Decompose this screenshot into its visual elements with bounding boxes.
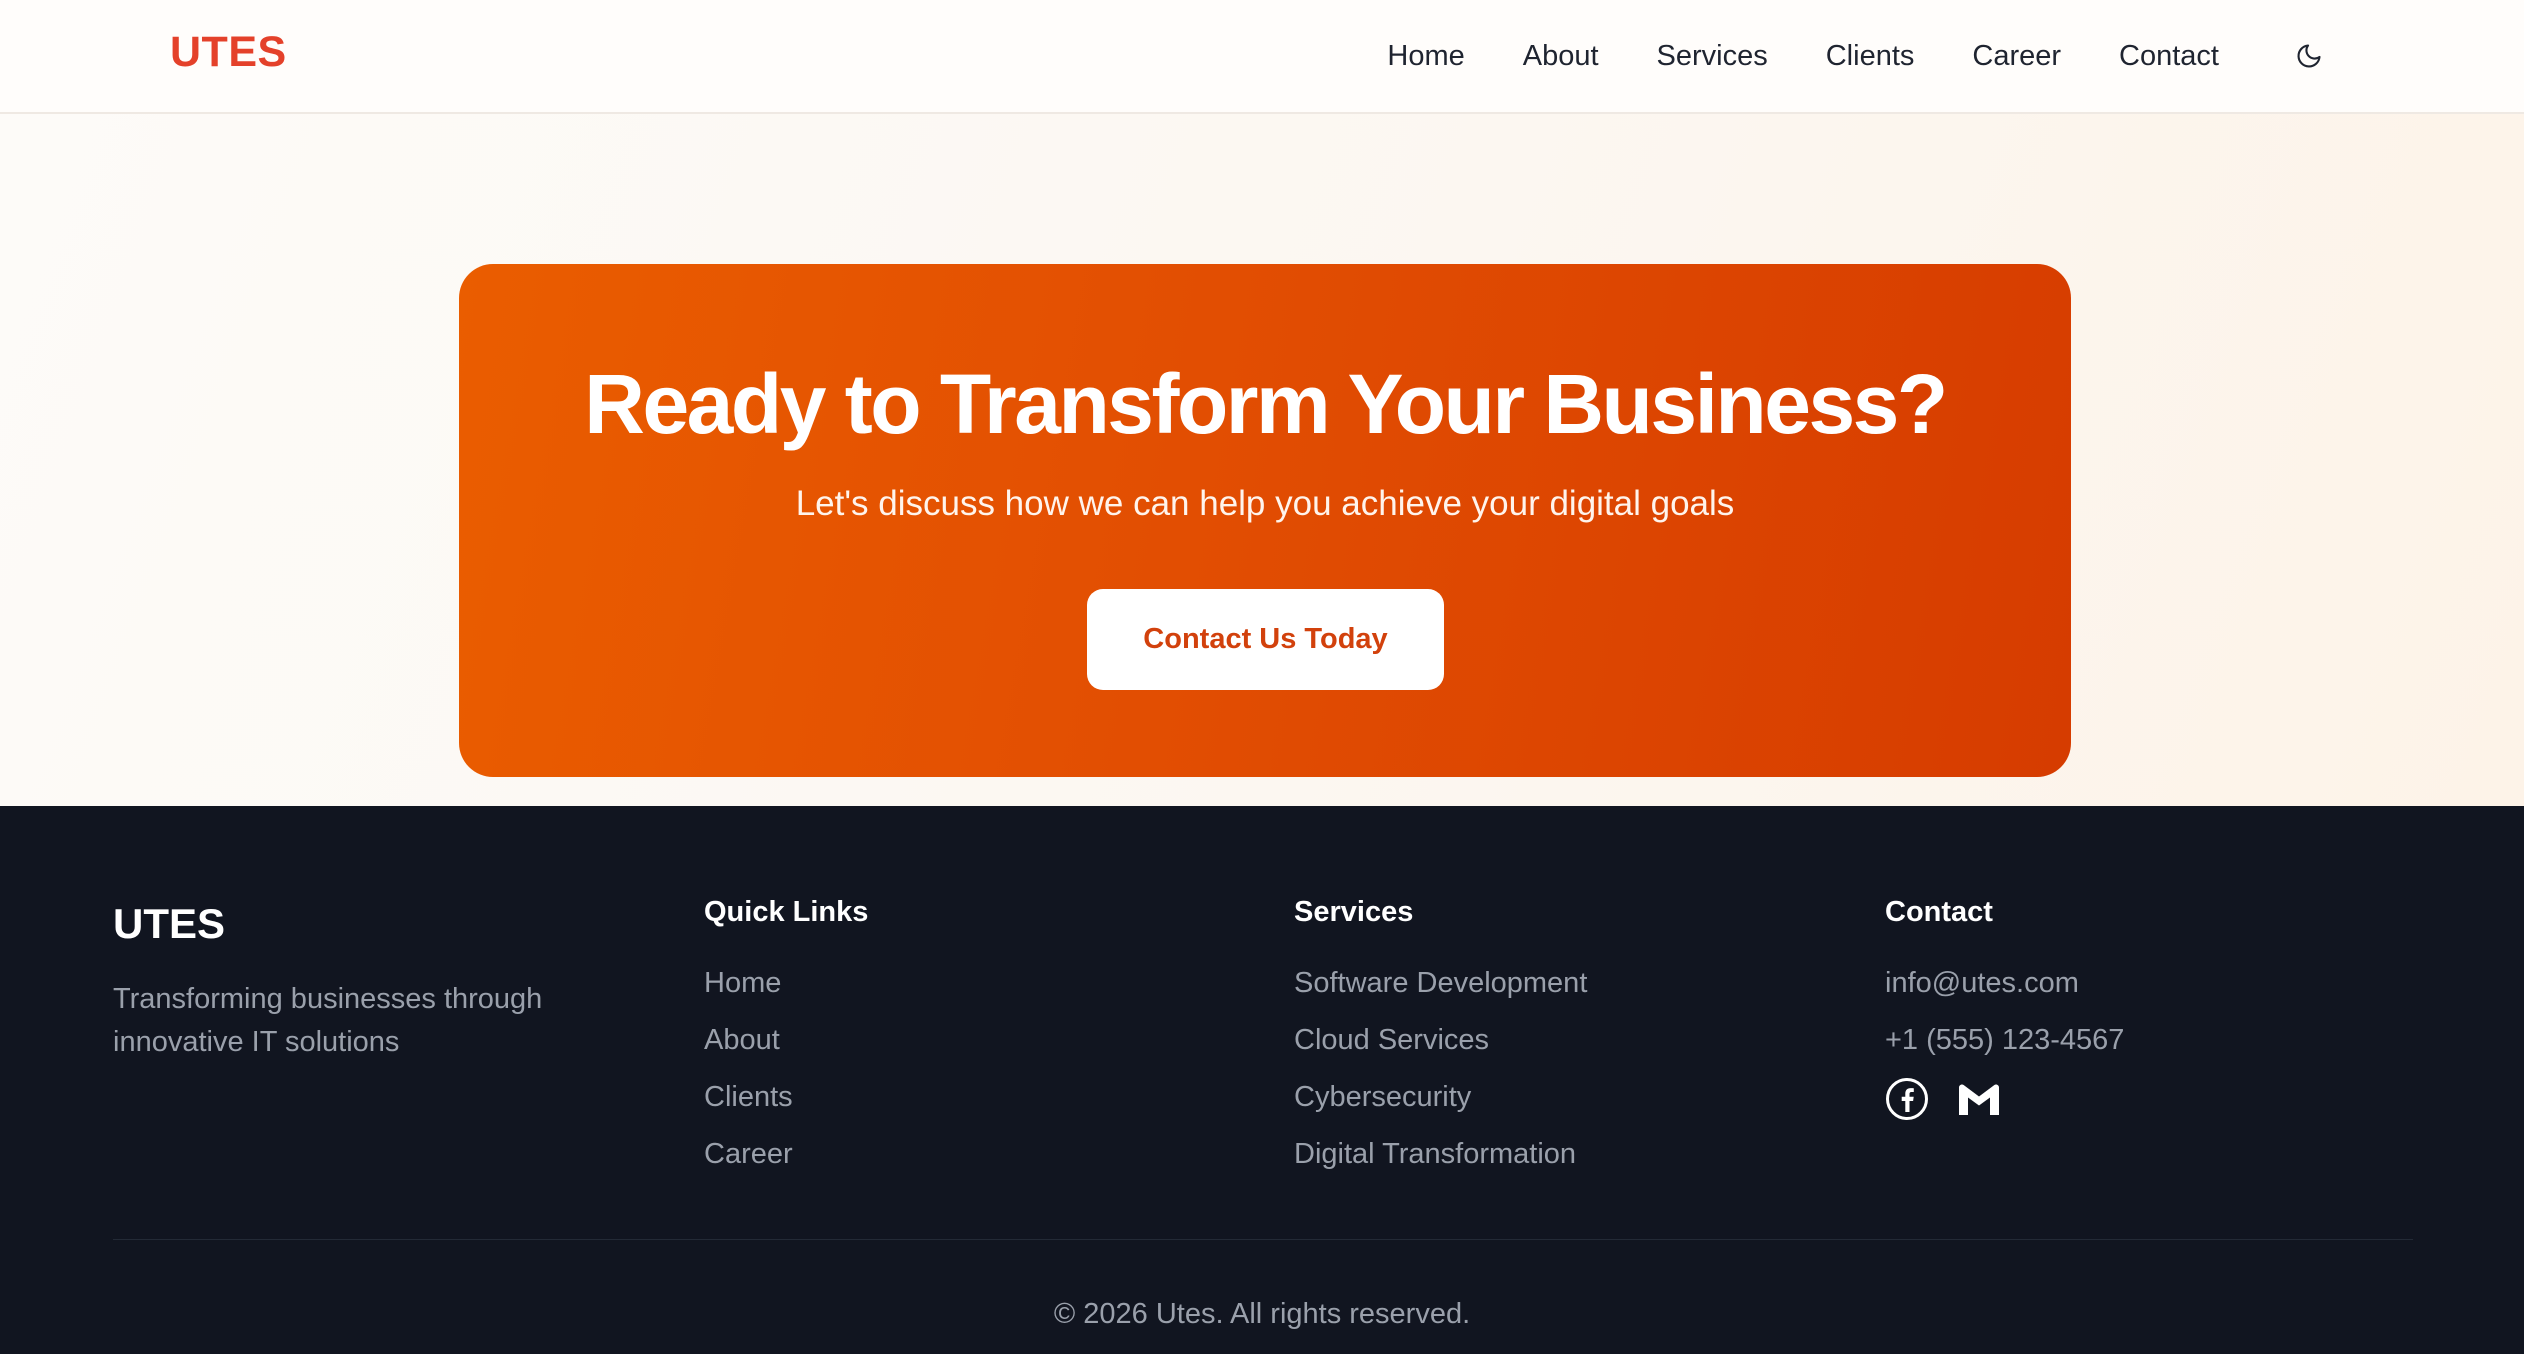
nav-link-clients[interactable]: Clients (1826, 40, 1915, 73)
social-links (1885, 1077, 2124, 1121)
footer-link-software-development[interactable]: Software Development (1294, 963, 1587, 1020)
footer-contact-column: Contact info@utes.com +1 (555) 123-4567 (1885, 896, 2124, 1121)
footer-heading-services: Services (1294, 896, 1414, 928)
quick-links-list: Home About Clients Career (704, 963, 868, 1191)
footer-link-digital-transformation[interactable]: Digital Transformation (1294, 1134, 1587, 1191)
footer-link-career[interactable]: Career (704, 1134, 868, 1191)
footer-link-home[interactable]: Home (704, 963, 868, 1020)
nav-link-services[interactable]: Services (1657, 40, 1768, 73)
footer-link-cybersecurity[interactable]: Cybersecurity (1294, 1077, 1587, 1134)
nav-link-career[interactable]: Career (1972, 40, 2061, 73)
theme-toggle-button[interactable] (2289, 36, 2329, 76)
site-logo[interactable]: UTES (170, 28, 287, 77)
moon-icon (2297, 44, 2321, 68)
main-nav: Home About Services Clients Career Conta… (1387, 0, 2329, 112)
services-list: Software Development Cloud Services Cybe… (1294, 963, 1587, 1191)
site-footer: UTES Transforming businesses through inn… (0, 806, 2524, 1354)
copyright-text: © 2026 Utes. All rights reserved. (1053, 1298, 1471, 1330)
contact-email[interactable]: info@utes.com (1885, 963, 2124, 1020)
contact-phone[interactable]: +1 (555) 123-4567 (1885, 1020, 2124, 1077)
nav-link-contact[interactable]: Contact (2119, 40, 2219, 73)
footer-divider (113, 1239, 2413, 1240)
contact-details: info@utes.com +1 (555) 123-4567 (1885, 963, 2124, 1121)
cta-card: Ready to Transform Your Business? Let's … (459, 264, 2071, 777)
footer-link-cloud-services[interactable]: Cloud Services (1294, 1020, 1587, 1077)
site-header: UTES Home About Services Clients Career … (0, 0, 2524, 114)
cta-section: Ready to Transform Your Business? Let's … (0, 114, 2524, 806)
footer-logo: UTES (113, 900, 226, 947)
contact-us-button[interactable]: Contact Us Today (1087, 589, 1444, 690)
facebook-icon[interactable] (1885, 1077, 1929, 1121)
footer-link-about[interactable]: About (704, 1020, 868, 1077)
footer-quick-links-column: Quick Links Home About Clients Career (704, 896, 868, 1191)
cta-subtitle: Let's discuss how we can help you achiev… (795, 484, 1735, 523)
footer-heading-quick-links: Quick Links (704, 896, 869, 928)
footer-tagline: Transforming businesses through innovati… (113, 983, 543, 1058)
page: UTES Home About Services Clients Career … (0, 0, 2524, 1354)
footer-link-clients[interactable]: Clients (704, 1077, 868, 1134)
footer-brand-column: UTES Transforming businesses through inn… (113, 896, 573, 1064)
gmail-icon[interactable] (1957, 1077, 2001, 1121)
cta-title: Ready to Transform Your Business? (584, 357, 1948, 451)
nav-link-home[interactable]: Home (1387, 40, 1464, 73)
footer-heading-contact: Contact (1885, 896, 1993, 928)
footer-services-column: Services Software Development Cloud Serv… (1294, 896, 1587, 1191)
nav-link-about[interactable]: About (1523, 40, 1599, 73)
